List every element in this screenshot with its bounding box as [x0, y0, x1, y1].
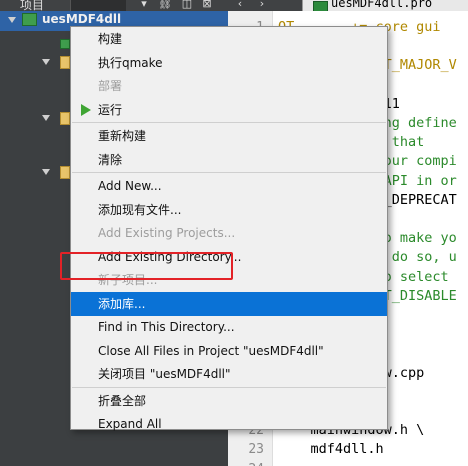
- expand-arrow-icon[interactable]: [8, 17, 16, 23]
- folder-icon: [60, 112, 70, 125]
- pro-file-icon: [60, 39, 70, 49]
- menu-item-label: Close All Files in Project "uesMDF4dll": [98, 343, 324, 358]
- menu-item[interactable]: 关闭项目 "uesMDF4dll": [71, 362, 387, 386]
- split-icon[interactable]: ◫: [180, 0, 194, 10]
- menu-item-label: 运行: [98, 102, 123, 117]
- editor-tab[interactable]: uesMDF4dll.pro: [302, 0, 468, 11]
- context-menu[interactable]: 构建执行qmake 部署运行重新构建清除 Add New... 添加现有文件... Ad…: [70, 26, 388, 431]
- menu-item[interactable]: 清除: [71, 148, 387, 172]
- menu-item[interactable]: Add Existing Directory...: [71, 245, 387, 269]
- menu-item-label: 新子项目...: [98, 273, 158, 287]
- folder-icon: [60, 166, 70, 179]
- menu-item[interactable]: 执行qmake: [71, 51, 387, 75]
- menu-item[interactable]: Close All Files in Project "uesMDF4dll": [71, 339, 387, 363]
- menu-item[interactable]: 重新构建: [71, 124, 387, 148]
- menu-item: Add Existing Projects...: [71, 221, 387, 245]
- menu-item-label: 添加库...: [98, 296, 146, 311]
- run-icon: [81, 103, 91, 116]
- menu-item[interactable]: 添加现有文件...: [71, 198, 387, 222]
- menu-item[interactable]: 运行: [71, 98, 387, 122]
- line-number: 24: [248, 460, 264, 466]
- forward-arrow-icon[interactable]: ›: [255, 0, 269, 10]
- close-icon[interactable]: ⊠: [200, 0, 214, 10]
- menu-item-label: Add Existing Projects...: [98, 226, 236, 240]
- menu-item-label: 清除: [98, 152, 123, 167]
- menu-item-label: 执行qmake: [98, 55, 163, 70]
- expand-arrow-icon[interactable]: [42, 115, 50, 121]
- menu-item-label: Add Existing Directory...: [98, 249, 242, 264]
- line-number: 23: [248, 442, 264, 458]
- menu-item[interactable]: Expand All: [71, 412, 387, 436]
- menu-item-label: Find in This Directory...: [98, 320, 235, 334]
- menu-item[interactable]: 折叠全部: [71, 389, 387, 413]
- menu-item-label: 关闭项目 "uesMDF4dll": [98, 367, 231, 381]
- menu-item-label: 部署: [98, 79, 123, 93]
- menu-item[interactable]: Find in This Directory...: [71, 315, 387, 339]
- menu-item-label: Expand All: [98, 417, 162, 431]
- menu-item: 部署: [71, 74, 387, 98]
- menu-item[interactable]: Add New...: [71, 174, 387, 198]
- menu-item-label: 折叠全部: [98, 393, 147, 408]
- menu-item: 新子项目...: [71, 268, 387, 292]
- pro-file-icon: [313, 1, 328, 11]
- top-toolbar: 项目 ▾ ⛓ ◫ ⊠ ‹ › uesMDF4dll.pro: [0, 0, 468, 11]
- tree-root-label: uesMDF4dll: [42, 12, 122, 26]
- folder-icon: [60, 56, 70, 69]
- tab-label: uesMDF4dll.pro: [331, 0, 433, 10]
- menu-item[interactable]: 添加库...: [71, 291, 387, 316]
- link-icon[interactable]: ⛓: [158, 0, 172, 10]
- menu-separator: [72, 172, 386, 173]
- view-selector[interactable]: [70, 0, 126, 11]
- menu-separator: [72, 122, 386, 123]
- filter-icon[interactable]: ▾: [137, 0, 151, 10]
- menu-item[interactable]: 构建: [71, 27, 387, 51]
- code-line[interactable]: mdf4dll.h: [278, 440, 384, 459]
- project-icon: [22, 13, 37, 26]
- menu-item-label: 添加现有文件...: [98, 202, 182, 217]
- expand-arrow-icon[interactable]: [42, 59, 50, 65]
- menu-item-label: 构建: [98, 32, 123, 46]
- menu-item-label: 重新构建: [98, 129, 147, 143]
- panel-title: 项目: [20, 0, 45, 11]
- back-arrow-icon[interactable]: ‹: [233, 0, 247, 10]
- menu-item-label: Add New...: [98, 179, 162, 193]
- menu-separator: [72, 386, 386, 388]
- expand-arrow-icon[interactable]: [42, 169, 50, 175]
